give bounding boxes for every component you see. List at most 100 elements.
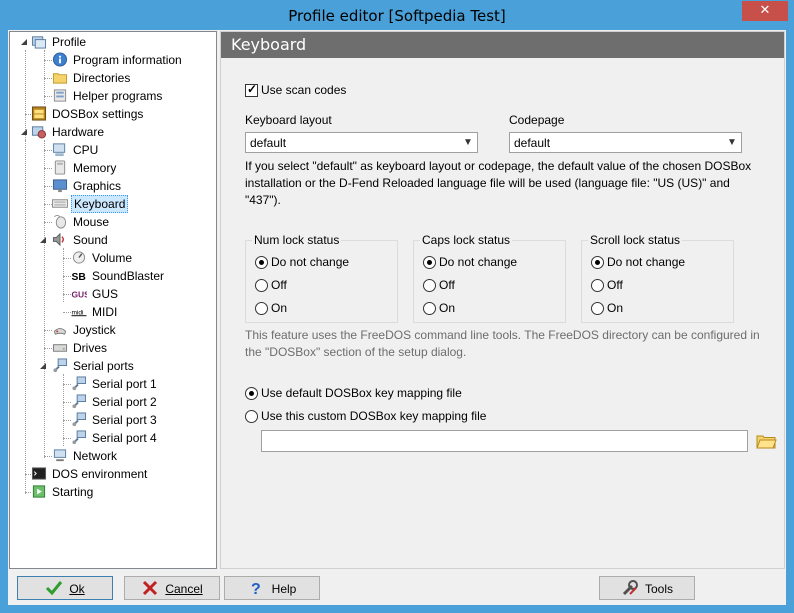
scroll-lock-title: Scroll lock status xyxy=(588,233,683,247)
expanded-arrow-icon[interactable] xyxy=(39,362,47,370)
tree-item-helper-programs[interactable]: Helper programs xyxy=(10,87,216,105)
default-mapping-radio[interactable] xyxy=(245,387,258,400)
profile-editor-window: Profile editor [Softpedia Test] ✕ Profil… xyxy=(0,0,794,613)
cancel-button[interactable]: Cancel xyxy=(124,576,220,600)
keyboard-icon xyxy=(52,199,68,208)
profile-icon xyxy=(31,36,47,49)
title-bar[interactable]: Profile editor [Softpedia Test] ✕ xyxy=(0,0,794,30)
tree-item-dosbox-settings[interactable]: DOSBox settings xyxy=(10,105,216,123)
keyboard-layout-select[interactable]: default ▼ xyxy=(245,132,478,153)
hardware-icon xyxy=(31,126,47,139)
tree-item-volume[interactable]: Volume xyxy=(10,249,216,267)
caps-lock-off-radio[interactable] xyxy=(423,279,436,292)
tree-item-serial-port-2[interactable]: Serial port 2 xyxy=(10,393,216,411)
open-folder-icon[interactable] xyxy=(755,430,777,452)
tree-line xyxy=(63,294,71,295)
tree-item-gus[interactable]: GUS GUS xyxy=(10,285,216,303)
tree-item-label: Graphics xyxy=(73,179,122,193)
tree-item-memory[interactable]: Memory xyxy=(10,159,216,177)
soundblaster-icon: SB xyxy=(71,268,87,283)
keyboard-layout-value: default xyxy=(250,136,287,150)
tree-line xyxy=(44,150,52,151)
tree-item-serial-port-4[interactable]: Serial port 4 xyxy=(10,429,216,447)
tree-item-label: Drives xyxy=(73,341,108,355)
caps-lock-title: Caps lock status xyxy=(420,233,513,247)
num-lock-title: Num lock status xyxy=(252,233,342,247)
chevron-down-icon[interactable]: ▼ xyxy=(459,133,477,152)
tree-line xyxy=(44,78,52,79)
midi-icon: midi xyxy=(71,309,87,316)
num-lock-do-not-change-radio[interactable] xyxy=(255,256,268,269)
tree-item-program-information[interactable]: Program information xyxy=(10,51,216,69)
expanded-arrow-icon[interactable] xyxy=(20,128,28,136)
num-lock-group: Num lock status Do not change Off On xyxy=(245,233,398,323)
tree-item-serial-ports[interactable]: Serial ports xyxy=(10,357,216,375)
caps-lock-do-not-change-radio[interactable] xyxy=(423,256,436,269)
tree-line xyxy=(44,456,52,457)
num-lock-on-radio[interactable] xyxy=(255,302,268,315)
tree-item-network[interactable]: Network xyxy=(10,447,216,465)
use-scan-codes-label: Use scan codes xyxy=(261,83,347,97)
tree-item-graphics[interactable]: Graphics xyxy=(10,177,216,195)
start-icon xyxy=(32,485,46,498)
tree-line xyxy=(44,168,52,169)
scroll-lock-on-radio[interactable] xyxy=(591,302,604,315)
tree-item-profile[interactable]: Profile xyxy=(10,33,216,51)
folder-icon xyxy=(52,73,68,84)
ok-button[interactable]: Ok xyxy=(17,576,113,600)
tree-item-soundblaster[interactable]: SB SoundBlaster xyxy=(10,267,216,285)
tree-item-hardware[interactable]: Hardware xyxy=(10,123,216,141)
tree-item-label: Memory xyxy=(73,161,117,175)
drive-icon xyxy=(52,344,68,352)
help-button[interactable]: ? Help xyxy=(224,576,320,600)
info-icon xyxy=(52,52,68,67)
tree-item-label: SoundBlaster xyxy=(92,269,165,283)
serial-port-icon xyxy=(53,358,68,373)
num-lock-off-radio[interactable] xyxy=(255,279,268,292)
tree-item-serial-port-3[interactable]: Serial port 3 xyxy=(10,411,216,429)
tree-item-starting[interactable]: Starting xyxy=(10,483,216,501)
scroll-lock-off-radio[interactable] xyxy=(591,279,604,292)
serial-port-icon xyxy=(72,430,87,445)
svg-text:GUS: GUS xyxy=(72,289,88,299)
tree-item-serial-port-1[interactable]: Serial port 1 xyxy=(10,375,216,393)
use-scan-codes-checkbox[interactable]: ✓ xyxy=(245,82,258,97)
cancel-label: Cancel xyxy=(165,581,203,596)
joystick-icon xyxy=(53,328,67,335)
caps-lock-on-radio[interactable] xyxy=(423,302,436,315)
tree-item-label: Keyboard xyxy=(71,195,129,213)
tree-item-joystick[interactable]: Joystick xyxy=(10,321,216,339)
custom-mapping-radio[interactable] xyxy=(245,410,258,423)
network-icon xyxy=(53,449,67,462)
tree-item-midi[interactable]: midi MIDI xyxy=(10,303,216,321)
console-icon xyxy=(31,467,47,480)
custom-mapping-path-input[interactable] xyxy=(261,430,748,452)
tree-item-mouse[interactable]: Mouse xyxy=(10,213,216,231)
close-button[interactable]: ✕ xyxy=(742,1,788,21)
tools-button[interactable]: Tools xyxy=(599,576,695,600)
radio-label: Off xyxy=(271,278,287,292)
tree-item-directories[interactable]: Directories xyxy=(10,69,216,87)
chevron-down-icon[interactable]: ▼ xyxy=(723,133,741,152)
svg-text:SB: SB xyxy=(72,272,86,283)
expanded-arrow-icon[interactable] xyxy=(39,236,47,244)
monitor-icon xyxy=(52,179,68,193)
expanded-arrow-icon[interactable] xyxy=(20,38,28,46)
tree-item-cpu[interactable]: CPU xyxy=(10,141,216,159)
settings-tree[interactable]: Profile Program information Directories … xyxy=(9,31,217,569)
codepage-select[interactable]: default ▼ xyxy=(509,132,742,153)
tree-line xyxy=(63,384,71,385)
tree-line xyxy=(44,96,52,97)
tree-item-drives[interactable]: Drives xyxy=(10,339,216,357)
tree-item-sound[interactable]: Sound xyxy=(10,231,216,249)
tree-item-label: Profile xyxy=(52,35,87,49)
scroll-lock-do-not-change-radio[interactable] xyxy=(591,256,604,269)
tree-item-keyboard[interactable]: Keyboard xyxy=(10,195,216,213)
close-icon: ✕ xyxy=(759,3,771,18)
tools-label: Tools xyxy=(644,581,673,596)
cpu-icon xyxy=(52,143,66,157)
tree-item-label: Starting xyxy=(52,485,94,499)
tree-item-dos-environment[interactable]: DOS environment xyxy=(10,465,216,483)
volume-knob-icon xyxy=(72,251,86,264)
freedos-note: This feature uses the FreeDOS command li… xyxy=(245,328,760,359)
